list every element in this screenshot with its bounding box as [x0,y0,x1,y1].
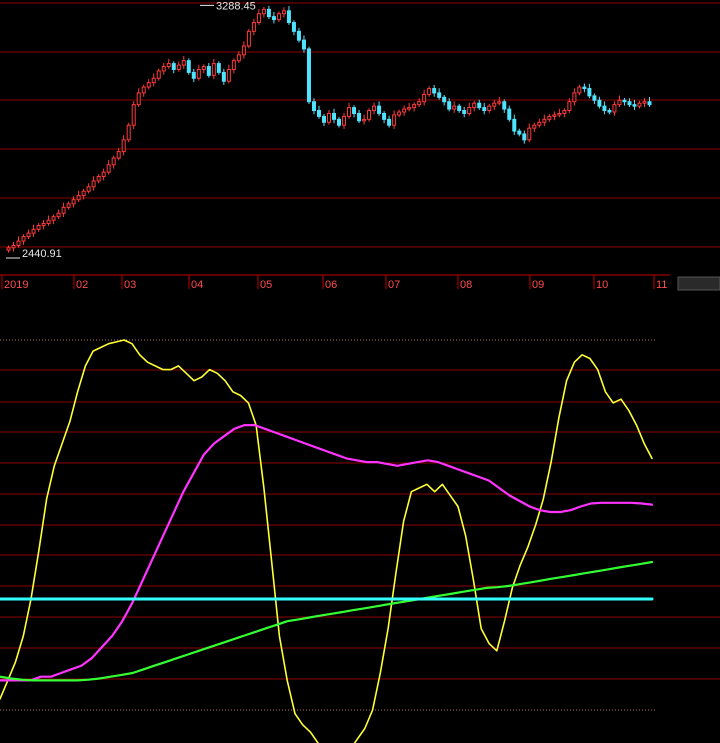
chart-stage: 3288.45 2440.91 2019 02 03 04 05 06 07 08 09 10 11 [0,0,720,743]
yellow-oscillator-line [0,339,653,743]
indicator-line-chart [0,339,720,743]
green-trend-line [0,560,654,682]
